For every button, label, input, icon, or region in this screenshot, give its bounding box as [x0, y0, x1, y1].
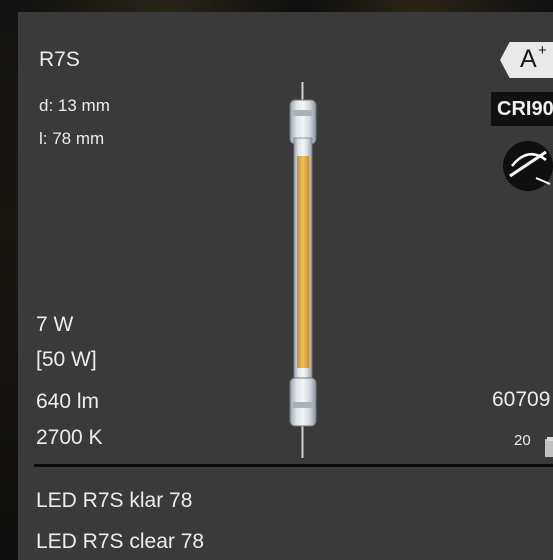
- divider: [34, 464, 553, 467]
- socket-type: R7S: [39, 48, 80, 71]
- energy-class-suffix: +: [538, 42, 547, 59]
- not-dimmable-icon: [503, 141, 553, 191]
- energy-class-badge: A +: [500, 42, 553, 78]
- product-name-english: LED R7S clear 78: [36, 530, 205, 553]
- energy-class-letter: A: [520, 45, 537, 73]
- box-icon: [545, 437, 553, 457]
- background-strip-left: [0, 0, 18, 560]
- length-text: l: 78 mm: [39, 129, 105, 148]
- product-card: R7S d: 13 mm l: 78 mm 7 W [50 W] 640 lm …: [18, 12, 553, 560]
- article-number: 60709: [492, 388, 551, 411]
- equivalent-wattage-text: [50 W]: [36, 348, 97, 371]
- pack-quantity: 20: [514, 432, 531, 449]
- wattage-text: 7 W: [36, 313, 74, 336]
- cri-badge: CRI90: [491, 92, 553, 126]
- led-filament-strip: [297, 156, 309, 368]
- lumen-text: 640 lm: [36, 390, 100, 413]
- background-strip-top: [0, 0, 553, 12]
- product-name-german: LED R7S klar 78: [36, 489, 193, 512]
- color-temperature-text: 2700 K: [36, 426, 103, 449]
- diameter-text: d: 13 mm: [39, 96, 110, 115]
- r7s-lamp-image: [289, 82, 317, 458]
